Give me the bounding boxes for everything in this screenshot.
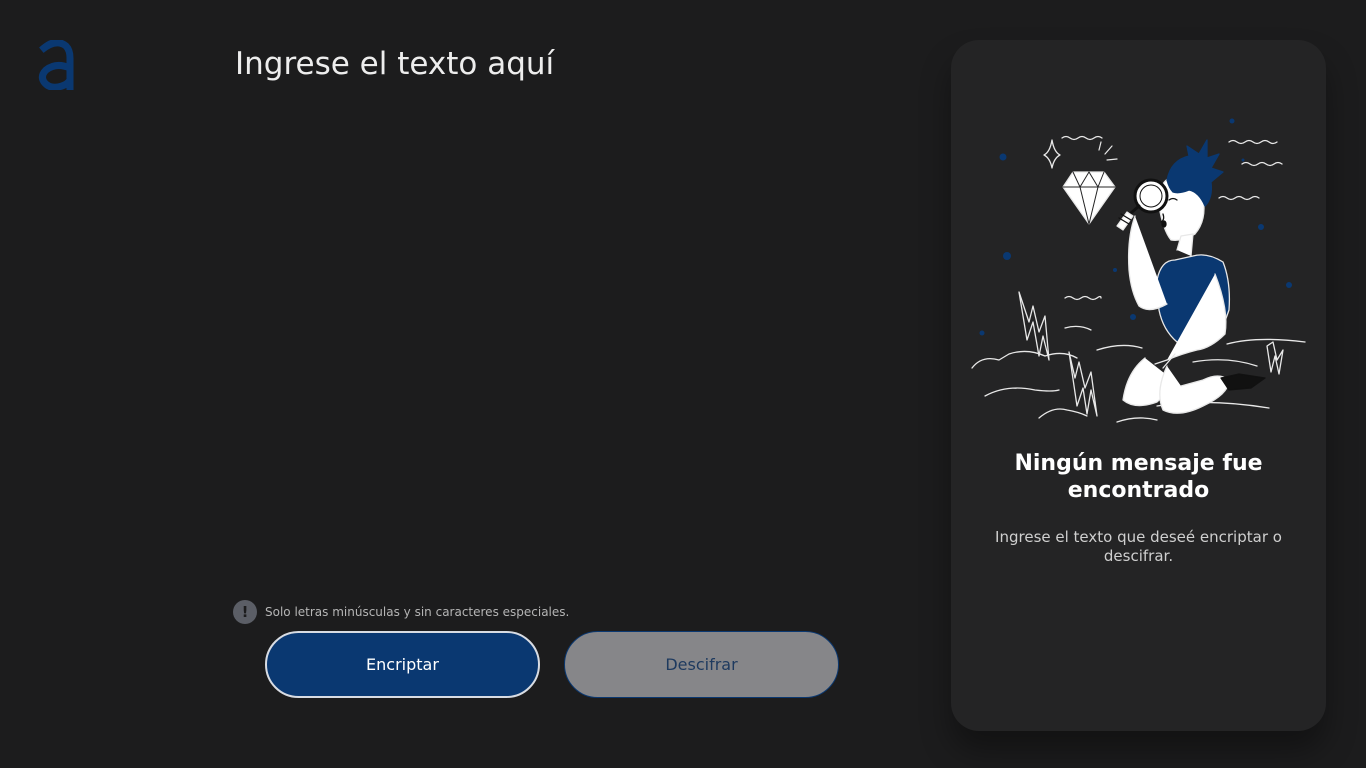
input-hint: ! Solo letras minúsculas y sin caractere…	[233, 600, 569, 624]
exclamation-icon: !	[233, 600, 257, 624]
hint-text: Solo letras minúsculas y sin caracteres …	[265, 605, 570, 619]
decrypt-button[interactable]: Descifrar	[564, 631, 839, 698]
output-panel: Ningún mensaje fue encontrado Ingrese el…	[951, 40, 1326, 731]
encrypt-button[interactable]: Encriptar	[265, 631, 540, 698]
main-area: ! Solo letras minúsculas y sin caractere…	[233, 0, 913, 768]
alura-logo-icon	[38, 40, 74, 90]
output-description: Ingrese el texto que deseé encriptar o d…	[995, 528, 1282, 565]
message-input[interactable]	[233, 36, 913, 576]
person-searching-illustration	[971, 118, 1306, 423]
output-title: Ningún mensaje fue encontrado	[1014, 451, 1263, 503]
